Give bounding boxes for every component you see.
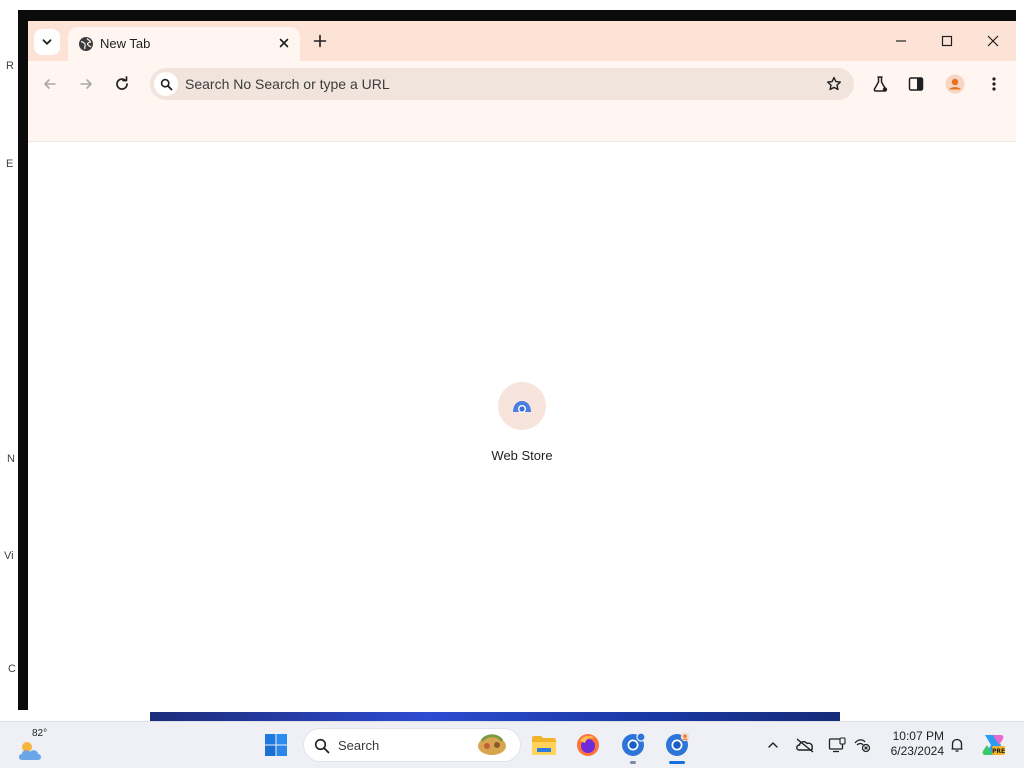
desktop-left-strip: R E N Vi C [0,0,18,721]
weather-temperature: 82° [32,728,48,739]
shortcut-web-store[interactable]: Web Store [482,382,562,472]
notification-bell-icon [951,738,963,752]
reload-button[interactable] [108,70,136,98]
avatar-icon [945,74,965,94]
firefox-button[interactable] [573,730,603,760]
desktop-edge-text: C [8,663,16,675]
close-icon [279,38,289,48]
omnibox-search-button[interactable] [154,72,178,96]
desktop-edge-text: R [6,60,14,72]
active-app-indicator [669,761,685,764]
globe-icon [79,37,93,51]
chrome-profile-icon [666,732,690,756]
address-bar[interactable]: Search No Search or type a URL [150,68,854,100]
tab-search-button[interactable] [34,29,60,55]
new-tab-button[interactable] [308,29,332,53]
notifications-button[interactable] [946,734,968,756]
profile-avatar-button[interactable] [941,70,969,98]
chevron-down-icon [42,39,52,45]
firefox-icon [577,734,599,756]
clock-date: 6/23/2024 [890,744,944,758]
onedrive-button[interactable] [794,734,816,756]
maximize-button[interactable] [924,21,970,61]
search-icon [160,78,172,90]
file-explorer-button[interactable] [529,730,559,760]
window-close-button[interactable] [970,21,1016,61]
star-icon [827,76,841,91]
desktop-edge-text: Vi [4,550,14,562]
search-icon [314,738,330,754]
web-store-icon [513,401,531,413]
svg-text:PRE: PRE [992,748,1005,755]
chrome-beta-icon [622,732,646,756]
minimize-icon [896,40,906,42]
display-button[interactable] [826,734,848,756]
accessibility-button[interactable] [851,734,873,756]
chevron-up-icon [768,742,778,748]
taskbar-search-label: Search [338,738,380,753]
weather-widget[interactable]: 82° [16,728,56,764]
labs-button[interactable] [866,70,894,98]
tab-title: New Tab [100,36,151,51]
side-panel-button[interactable] [902,70,930,98]
close-icon [987,35,999,47]
browser-window: New Tab Search No Search or type a URL W… [28,21,1016,712]
taskbar-search-box[interactable]: Search [303,728,521,762]
bookmark-bar [28,107,1016,142]
plus-icon [313,34,327,48]
system-clock[interactable]: 10:07 PM 6/23/2024 [878,729,944,759]
flask-icon [873,76,888,92]
start-button[interactable] [261,730,291,760]
shortcut-label: Web Store [491,448,553,463]
more-vertical-icon [992,77,996,91]
desktop-edge-text: N [7,453,15,465]
arrow-left-icon [44,79,56,89]
tab-strip: New Tab [28,21,1016,61]
forward-button[interactable] [72,70,100,98]
copilot-button[interactable]: PRE [980,732,1006,758]
display-icon [828,737,846,753]
onedrive-offline-icon [796,738,814,753]
accessibility-icon [854,739,871,753]
clock-time: 10:07 PM [892,729,944,743]
partly-cloudy-icon [19,742,41,760]
running-indicator [630,761,636,764]
windows-logo-icon [265,734,287,756]
side-panel-icon [908,77,924,91]
back-button[interactable] [36,70,64,98]
shortcut-icon-tile [498,382,546,430]
menu-button[interactable] [980,70,1008,98]
omnibox-placeholder[interactable]: Search No Search or type a URL [185,76,390,92]
desktop-edge-text: E [6,158,14,170]
arrow-right-icon [80,79,92,89]
maximize-icon [941,35,953,47]
bookmark-star-button[interactable] [824,74,844,94]
show-hidden-icons-button[interactable] [762,734,784,756]
reload-icon [116,76,128,90]
minimize-button[interactable] [878,21,924,61]
tab-new-tab[interactable]: New Tab [68,27,300,61]
chrome-beta-button[interactable] [618,730,648,760]
search-highlight-icon [478,734,506,755]
chrome-profile-button[interactable] [662,730,692,760]
copilot-icon: PRE [982,735,1005,755]
tab-close-button[interactable] [274,33,294,53]
toolbar: Search No Search or type a URL [28,61,1016,136]
new-tab-page: Web Store [28,142,1016,712]
taskbar: 82° Search 10:07 PM 6/23/2024 PRE [0,721,1024,768]
folder-icon [532,736,556,755]
